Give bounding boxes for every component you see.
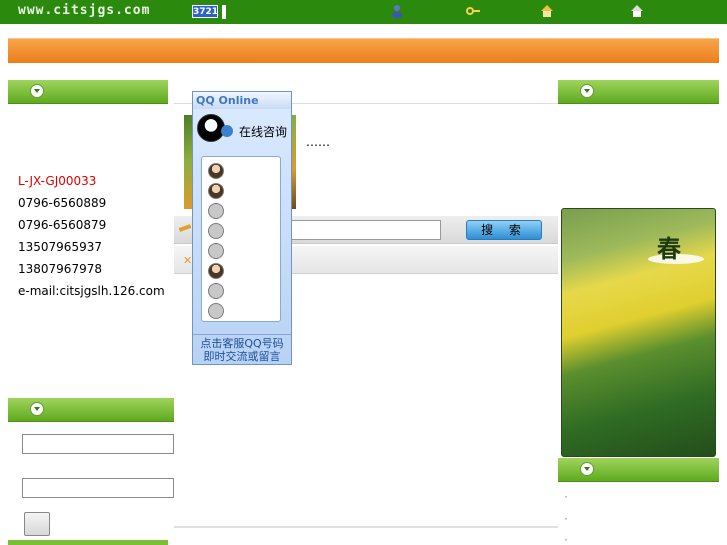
login-section-header — [8, 398, 174, 422]
phone-1: 0796-6560889 — [18, 196, 107, 210]
qq-footer-line: 即时交流或留言 — [203, 350, 281, 363]
search-input[interactable] — [284, 220, 441, 240]
contact-panel: L-JX-GJ00033 0796-6560889 0796-6560879 1… — [8, 104, 168, 394]
avatar-icon — [208, 223, 224, 239]
phone-2: 0796-6560879 — [18, 218, 107, 232]
avatar-icon — [208, 303, 224, 319]
house-icon — [541, 5, 553, 17]
list-item[interactable]: · — [564, 533, 570, 545]
divider — [174, 526, 558, 528]
qq-header: 在线咨询 — [197, 112, 289, 146]
top-link-favorite[interactable] — [540, 4, 558, 18]
spring-calligraphy: 春 — [657, 234, 681, 263]
username-input[interactable] — [22, 434, 174, 454]
right-section-header — [558, 80, 719, 104]
pencil-icon — [178, 224, 192, 232]
chevron-down-icon — [580, 84, 594, 98]
home-icon — [631, 5, 643, 17]
email-line[interactable]: e-mail:citsjgslh.126.com — [18, 284, 165, 298]
site-url[interactable]: www.citsjgs.com — [18, 3, 150, 18]
qq-contact[interactable] — [208, 223, 228, 239]
list-item[interactable]: · — [564, 512, 570, 526]
top-link-login[interactable] — [466, 4, 484, 18]
password-input[interactable] — [22, 478, 174, 498]
close-icon: ✕ — [183, 254, 193, 267]
chevron-down-icon — [30, 84, 44, 98]
avatar-icon — [208, 163, 224, 179]
right-column: 春 · · · — [558, 80, 719, 545]
qq-contact[interactable] — [208, 283, 228, 299]
avatar-icon — [208, 283, 224, 299]
badge-3721[interactable]: 3721 — [192, 5, 218, 18]
chevron-down-icon[interactable] — [221, 125, 233, 137]
qq-contact[interactable] — [208, 263, 228, 279]
phone-line: 0796-6560889 — [18, 196, 106, 210]
chevron-down-icon — [580, 462, 594, 476]
qq-title: QQ Online — [193, 92, 291, 109]
license-value: L-JX-GJ00033 — [18, 174, 97, 188]
list-item[interactable]: · — [564, 490, 570, 504]
avatar-icon — [208, 183, 224, 199]
top-link-members[interactable] — [390, 4, 408, 18]
qq-contact-list — [201, 156, 281, 322]
avatar-icon — [208, 203, 224, 219]
mobile-2: 13807967978 — [18, 262, 102, 276]
top-link-home[interactable] — [630, 4, 648, 18]
marquee-banner — [8, 38, 719, 63]
qq-contact[interactable] — [208, 163, 228, 179]
avatar-icon — [208, 243, 224, 259]
qq-online-label: 在线咨询 — [239, 125, 288, 139]
qq-contact[interactable] — [208, 183, 228, 199]
qq-online-widget: QQ Online 在线咨询 点击客服QQ号码 即时交流或留言 — [192, 91, 292, 365]
chevron-down-icon — [30, 402, 44, 416]
avatar-icon — [208, 263, 224, 279]
spring-scenery-photo[interactable]: 春 — [561, 208, 716, 457]
qq-footer[interactable]: 点击客服QQ号码 即时交流或留言 — [193, 334, 291, 364]
license-line: L-JX-GJ00033 — [18, 174, 96, 188]
qq-contact[interactable] — [208, 243, 228, 259]
qq-footer-line: 点击客服QQ号码 — [200, 337, 284, 350]
links-section-header — [558, 458, 719, 482]
qq-contact[interactable] — [208, 203, 228, 219]
mobile-1: 13507965937 — [18, 240, 102, 254]
divider — [222, 5, 226, 19]
next-section-header — [8, 540, 168, 545]
top-bar: www.citsjgs.com 3721 — [0, 0, 727, 24]
description-line: …… — [306, 135, 330, 149]
search-button[interactable]: 搜 索 — [466, 220, 542, 240]
contact-section-header — [8, 80, 168, 104]
qq-contact[interactable] — [208, 303, 228, 319]
login-form — [8, 424, 174, 545]
user-icon — [392, 5, 402, 18]
login-submit-button[interactable] — [24, 512, 50, 536]
feature-description: …… — [306, 135, 558, 150]
key-icon — [466, 7, 480, 15]
mobile-line: 13507965937 — [18, 240, 102, 254]
